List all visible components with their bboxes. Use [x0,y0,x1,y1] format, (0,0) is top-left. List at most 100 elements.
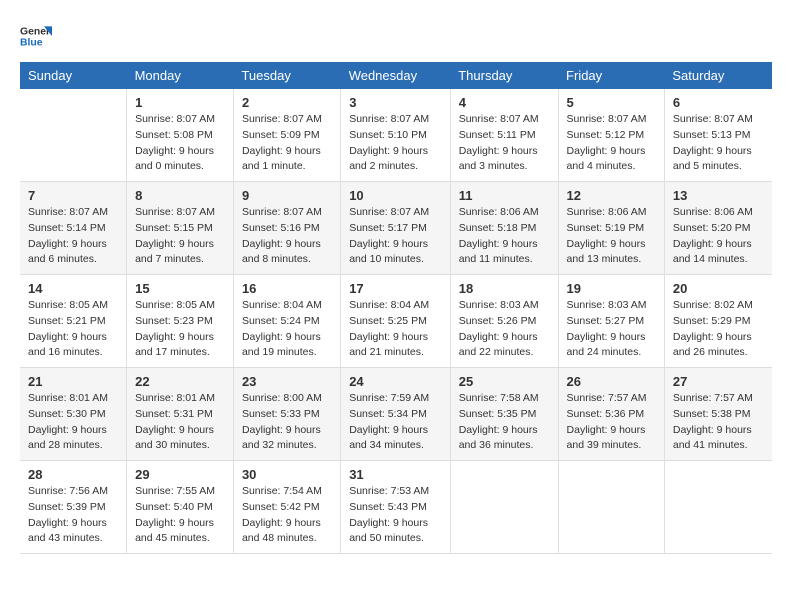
day-info: Sunrise: 8:07 AMSunset: 5:12 PMDaylight:… [567,112,656,175]
day-info: Sunrise: 7:57 AMSunset: 5:36 PMDaylight:… [567,391,656,454]
day-info: Sunrise: 7:56 AMSunset: 5:39 PMDaylight:… [28,484,118,547]
day-info: Sunrise: 8:04 AMSunset: 5:25 PMDaylight:… [349,298,442,361]
day-number: 9 [242,188,332,203]
day-number: 22 [135,374,225,389]
day-number: 30 [242,467,332,482]
calendar-week-1: 1 Sunrise: 8:07 AMSunset: 5:08 PMDaylight… [20,89,772,182]
calendar-cell: 21Sunrise: 8:01 AMSunset: 5:30 PMDayligh… [20,368,127,461]
calendar-cell: 11Sunrise: 8:06 AMSunset: 5:18 PMDayligh… [450,182,558,275]
calendar-cell: 20 Sunrise: 8:02 AMSunset: 5:29 PMDayligh… [664,275,772,368]
calendar-week-4: 21Sunrise: 8:01 AMSunset: 5:30 PMDayligh… [20,368,772,461]
day-info: Sunrise: 8:07 AMSunset: 5:14 PMDaylight:… [28,205,118,268]
calendar-cell: 1 Sunrise: 8:07 AMSunset: 5:08 PMDaylight… [127,89,234,182]
calendar-week-5: 28 Sunrise: 7:56 AMSunset: 5:39 PMDayligh… [20,461,772,554]
day-number: 5 [567,95,656,110]
day-info: Sunrise: 8:06 AMSunset: 5:18 PMDaylight:… [459,205,550,268]
day-number: 29 [135,467,225,482]
calendar-cell: 9 Sunrise: 8:07 AMSunset: 5:16 PMDaylight… [233,182,340,275]
column-header-saturday: Saturday [664,62,772,89]
day-number: 7 [28,188,118,203]
calendar-cell: 19 Sunrise: 8:03 AMSunset: 5:27 PMDayligh… [558,275,664,368]
day-number: 13 [673,188,764,203]
calendar-cell: 14 Sunrise: 8:05 AMSunset: 5:21 PMDayligh… [20,275,127,368]
page-header: General Blue [20,20,772,52]
day-number: 20 [673,281,764,296]
calendar-table: SundayMondayTuesdayWednesdayThursdayFrid… [20,62,772,554]
day-info: Sunrise: 8:01 AMSunset: 5:30 PMDaylight:… [28,391,118,454]
day-info: Sunrise: 8:07 AMSunset: 5:13 PMDaylight:… [673,112,764,175]
day-info: Sunrise: 8:07 AMSunset: 5:11 PMDaylight:… [459,112,550,175]
calendar-cell: 17 Sunrise: 8:04 AMSunset: 5:25 PMDayligh… [341,275,451,368]
calendar-cell: 8 Sunrise: 8:07 AMSunset: 5:15 PMDaylight… [127,182,234,275]
calendar-cell: 23Sunrise: 8:00 AMSunset: 5:33 PMDayligh… [233,368,340,461]
day-info: Sunrise: 7:57 AMSunset: 5:38 PMDaylight:… [673,391,764,454]
calendar-week-3: 14 Sunrise: 8:05 AMSunset: 5:21 PMDayligh… [20,275,772,368]
day-info: Sunrise: 8:07 AMSunset: 5:15 PMDaylight:… [135,205,225,268]
day-info: Sunrise: 8:04 AMSunset: 5:24 PMDaylight:… [242,298,332,361]
calendar-cell: 13 Sunrise: 8:06 AMSunset: 5:20 PMDayligh… [664,182,772,275]
day-info: Sunrise: 7:53 AMSunset: 5:43 PMDaylight:… [349,484,442,547]
day-info: Sunrise: 8:07 AMSunset: 5:08 PMDaylight:… [135,112,225,175]
calendar-cell: 29 Sunrise: 7:55 AMSunset: 5:40 PMDayligh… [127,461,234,554]
day-number: 12 [567,188,656,203]
day-info: Sunrise: 8:05 AMSunset: 5:23 PMDaylight:… [135,298,225,361]
day-number: 14 [28,281,118,296]
day-info: Sunrise: 7:54 AMSunset: 5:42 PMDaylight:… [242,484,332,547]
day-info: Sunrise: 8:01 AMSunset: 5:31 PMDaylight:… [135,391,225,454]
column-header-wednesday: Wednesday [341,62,451,89]
day-number: 26 [567,374,656,389]
day-info: Sunrise: 8:03 AMSunset: 5:26 PMDaylight:… [459,298,550,361]
calendar-cell: 4 Sunrise: 8:07 AMSunset: 5:11 PMDaylight… [450,89,558,182]
logo-icon: General Blue [20,20,52,52]
day-number: 6 [673,95,764,110]
calendar-cell: 30 Sunrise: 7:54 AMSunset: 5:42 PMDayligh… [233,461,340,554]
day-number: 16 [242,281,332,296]
calendar-cell: 28 Sunrise: 7:56 AMSunset: 5:39 PMDayligh… [20,461,127,554]
day-info: Sunrise: 8:03 AMSunset: 5:27 PMDaylight:… [567,298,656,361]
column-header-monday: Monday [127,62,234,89]
calendar-cell [20,89,127,182]
logo: General Blue [20,20,52,52]
day-info: Sunrise: 8:02 AMSunset: 5:29 PMDaylight:… [673,298,764,361]
calendar-cell: 27 Sunrise: 7:57 AMSunset: 5:38 PMDayligh… [664,368,772,461]
day-number: 24 [349,374,442,389]
calendar-body: 1 Sunrise: 8:07 AMSunset: 5:08 PMDaylight… [20,89,772,554]
column-header-friday: Friday [558,62,664,89]
day-number: 4 [459,95,550,110]
calendar-cell [558,461,664,554]
day-info: Sunrise: 8:07 AMSunset: 5:17 PMDaylight:… [349,205,442,268]
day-number: 31 [349,467,442,482]
calendar-cell: 5 Sunrise: 8:07 AMSunset: 5:12 PMDaylight… [558,89,664,182]
calendar-cell: 10 Sunrise: 8:07 AMSunset: 5:17 PMDayligh… [341,182,451,275]
calendar-cell: 12Sunrise: 8:06 AMSunset: 5:19 PMDayligh… [558,182,664,275]
calendar-cell: 7 Sunrise: 8:07 AMSunset: 5:14 PMDaylight… [20,182,127,275]
calendar-cell: 25Sunrise: 7:58 AMSunset: 5:35 PMDayligh… [450,368,558,461]
calendar-header-row: SundayMondayTuesdayWednesdayThursdayFrid… [20,62,772,89]
day-number: 10 [349,188,442,203]
day-info: Sunrise: 8:00 AMSunset: 5:33 PMDaylight:… [242,391,332,454]
day-info: Sunrise: 8:07 AMSunset: 5:09 PMDaylight:… [242,112,332,175]
calendar-cell: 18Sunrise: 8:03 AMSunset: 5:26 PMDayligh… [450,275,558,368]
calendar-cell: 15Sunrise: 8:05 AMSunset: 5:23 PMDayligh… [127,275,234,368]
calendar-cell: 24 Sunrise: 7:59 AMSunset: 5:34 PMDayligh… [341,368,451,461]
day-number: 19 [567,281,656,296]
day-info: Sunrise: 8:07 AMSunset: 5:16 PMDaylight:… [242,205,332,268]
day-info: Sunrise: 7:59 AMSunset: 5:34 PMDaylight:… [349,391,442,454]
column-header-thursday: Thursday [450,62,558,89]
calendar-cell: 22 Sunrise: 8:01 AMSunset: 5:31 PMDayligh… [127,368,234,461]
column-header-sunday: Sunday [20,62,127,89]
day-info: Sunrise: 7:55 AMSunset: 5:40 PMDaylight:… [135,484,225,547]
day-number: 3 [349,95,442,110]
day-info: Sunrise: 8:05 AMSunset: 5:21 PMDaylight:… [28,298,118,361]
calendar-cell [450,461,558,554]
svg-text:Blue: Blue [20,38,43,49]
day-info: Sunrise: 8:06 AMSunset: 5:20 PMDaylight:… [673,205,764,268]
calendar-cell: 31 Sunrise: 7:53 AMSunset: 5:43 PMDayligh… [341,461,451,554]
day-number: 28 [28,467,118,482]
day-number: 1 [135,95,225,110]
day-number: 27 [673,374,764,389]
calendar-cell: 26 Sunrise: 7:57 AMSunset: 5:36 PMDayligh… [558,368,664,461]
calendar-cell: 3Sunrise: 8:07 AMSunset: 5:10 PMDaylight… [341,89,451,182]
day-number: 8 [135,188,225,203]
day-number: 17 [349,281,442,296]
